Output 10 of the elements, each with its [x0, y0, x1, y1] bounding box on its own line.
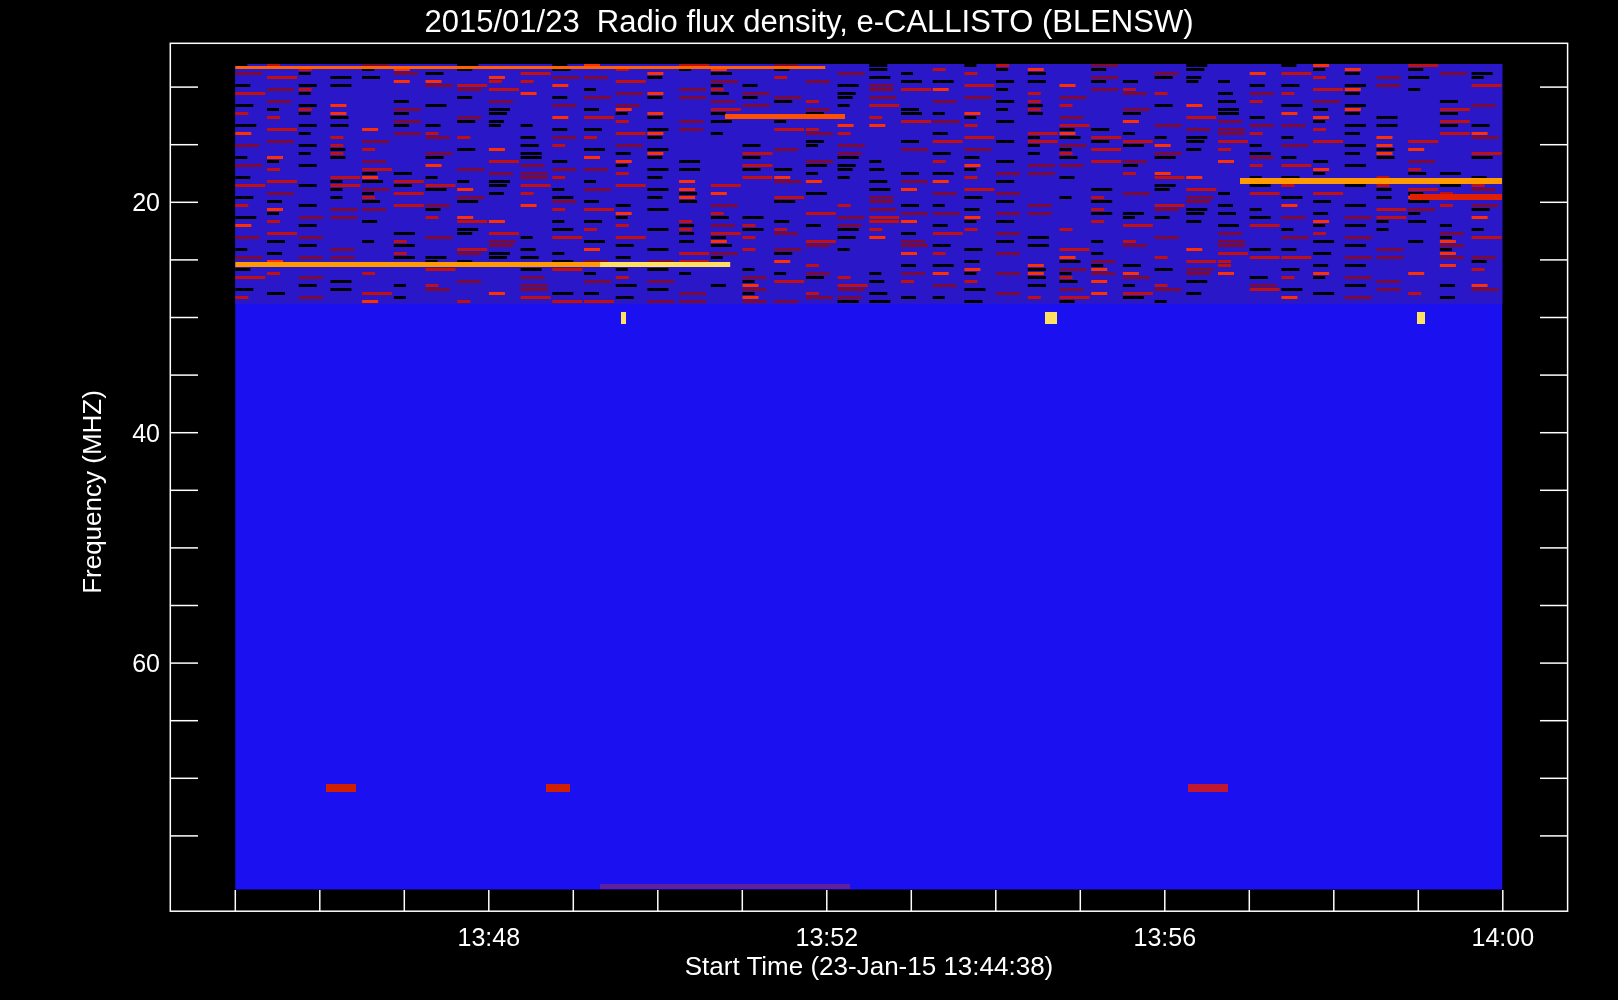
y-tick-label: 20	[132, 188, 160, 217]
x-tick-label: 13:48	[457, 923, 521, 951]
y-axis-label: Frequency (MHZ)	[77, 390, 107, 594]
x-tick-label: 14:00	[1471, 923, 1535, 951]
y-tick-label: 60	[132, 649, 160, 678]
chart-title: 2015/01/23 Radio flux density, e-CALLISTO (BLENSW)	[424, 4, 1194, 39]
x-tick-label: 13:52	[795, 923, 859, 951]
x-tick-label: 13:56	[1133, 923, 1197, 951]
y-tick-label: 40	[132, 418, 160, 447]
x-axis-label: Start Time (23-Jan-15 13:44:38)	[684, 951, 1054, 981]
